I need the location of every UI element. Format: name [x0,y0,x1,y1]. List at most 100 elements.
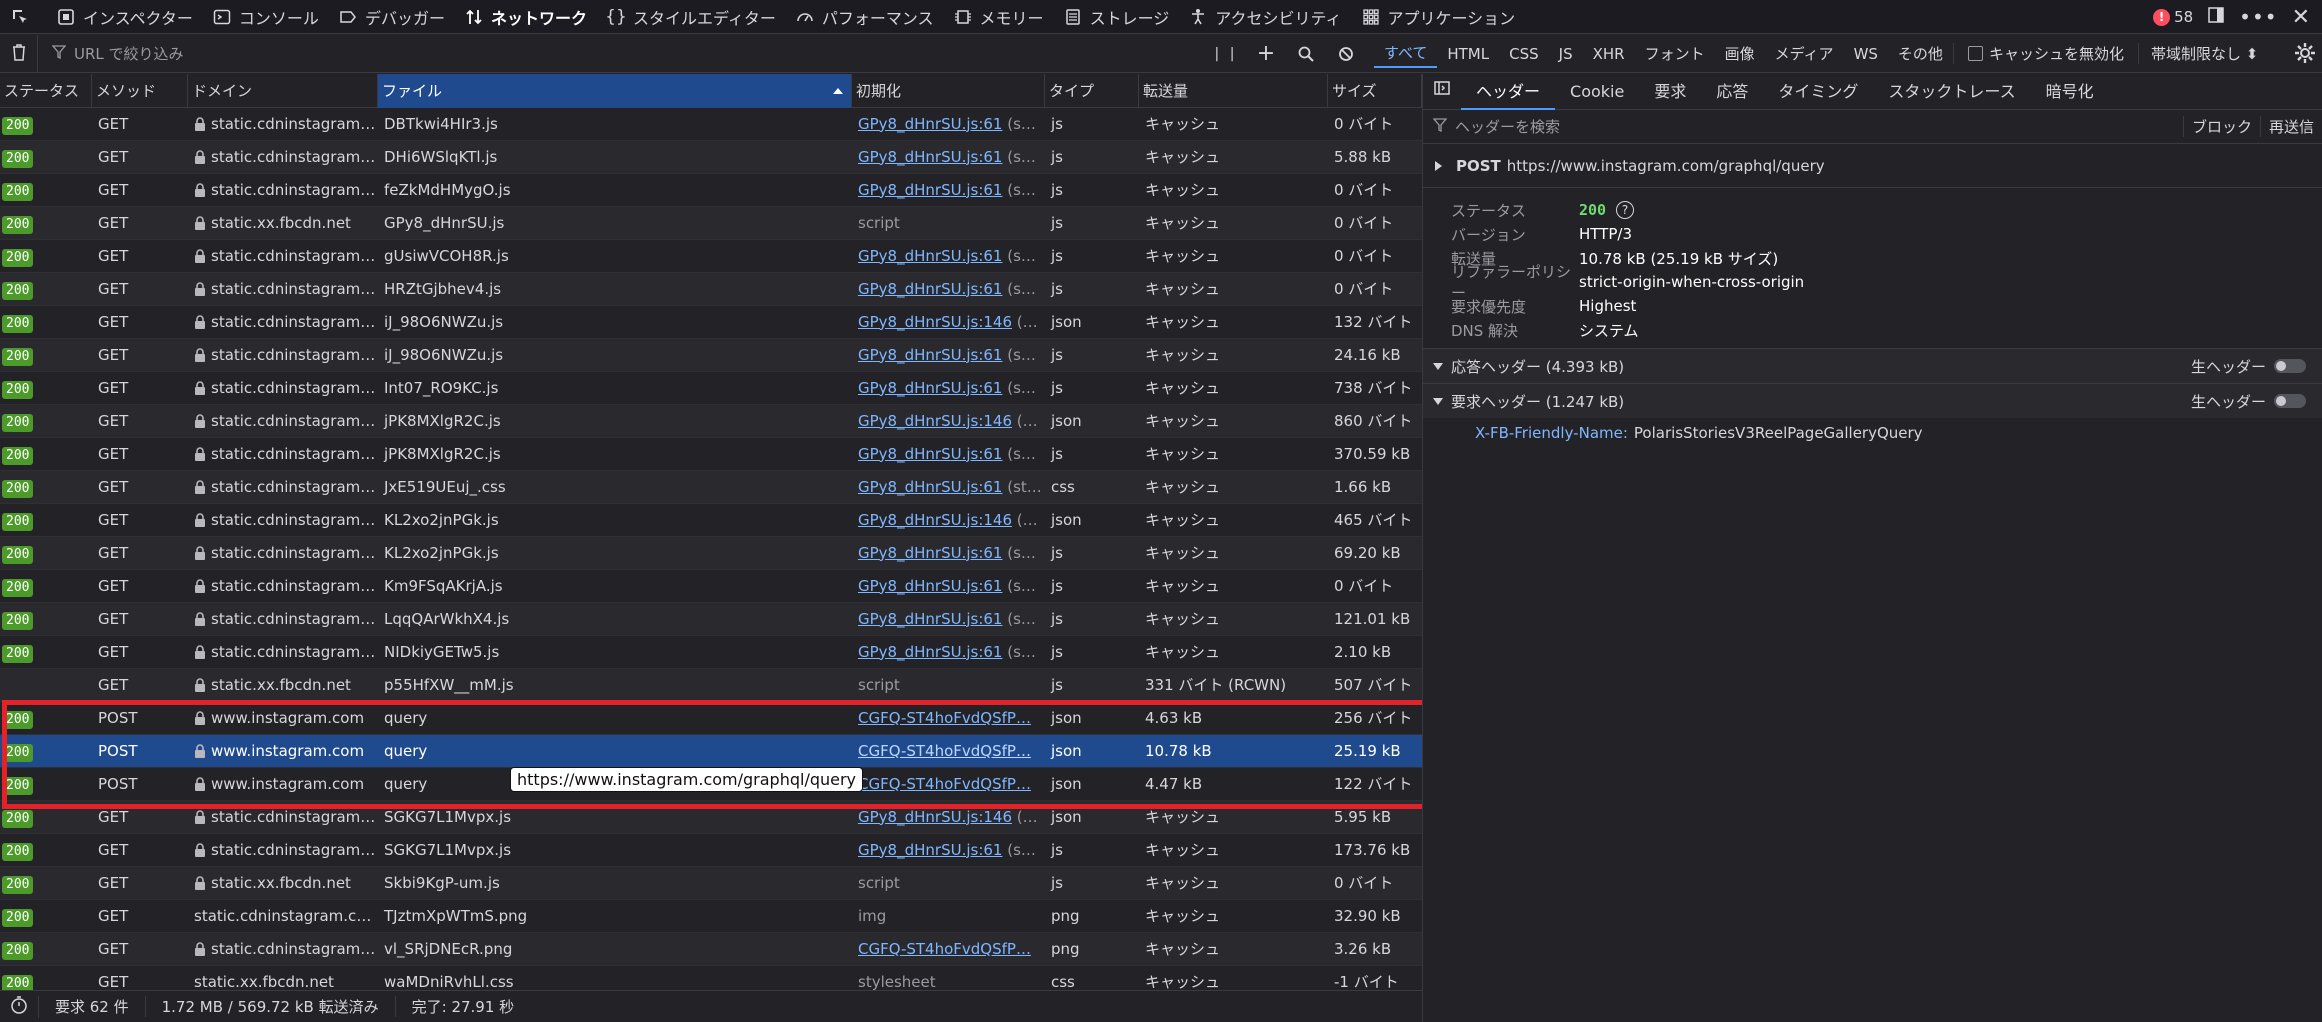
tool-tab-inspector[interactable]: インスペクター [46,0,202,34]
initiator-link[interactable]: GPy8_dHnrSU.js:61 [858,577,1002,595]
close-icon[interactable]: ✕ [2292,5,2310,30]
tool-tab-accessibility[interactable]: アクセシビリティ [1178,0,1350,34]
details-tab-5[interactable]: スタックトレース [1873,74,2030,110]
table-row[interactable]: 200 GET static.cdninstagram.com SGKG7L1Mvpx… [0,834,1422,867]
resend-button[interactable]: 再送信 [2259,116,2322,137]
error-count-badge[interactable]: ! 58 [2153,8,2193,26]
tool-tab-storage[interactable]: ストレージ [1053,0,1179,34]
details-tab-0[interactable]: ヘッダー [1461,74,1556,110]
initiator-link[interactable]: GPy8_dHnrSU.js:61 [858,148,1002,166]
initiator-link[interactable]: CGFQ-ST4hoFvdQSfP… [858,940,1031,958]
tool-tab-memory[interactable]: メモリー [943,0,1053,34]
filter-type-9[interactable]: その他 [1888,40,1953,67]
column-header[interactable]: 初期化 [852,74,1045,108]
add-icon[interactable]: + [1248,41,1284,66]
raw-headers-toggle[interactable] [2274,359,2306,373]
column-header[interactable]: 転送量 [1139,74,1328,108]
table-row[interactable]: 200 GET static.cdninstagram.com gUsiwVCOH8R… [0,240,1422,273]
header-entry[interactable]: X-FB-Friendly-Name: PolarisStoriesV3ReelP… [1423,418,2322,442]
initiator-link[interactable]: CGFQ-ST4hoFvdQSfP… [858,775,1031,793]
throttling-select[interactable]: 帯域制限なし ⬍ [2137,43,2270,64]
pause-icon[interactable]: | | [1208,46,1244,62]
table-row[interactable]: 200 POST www.instagram.com query CGFQ-ST4hoF… [0,735,1422,768]
raw-headers-toggle[interactable] [2274,394,2306,408]
initiator-link[interactable]: GPy8_dHnrSU.js:61 [858,643,1002,661]
filter-type-3[interactable]: JS [1549,42,1583,66]
initiator-link[interactable]: GPy8_dHnrSU.js:61 [858,346,1002,364]
initiator-link[interactable]: CGFQ-ST4hoFvdQSfP… [858,709,1031,727]
timer-icon[interactable] [0,995,39,1018]
filter-type-0[interactable]: すべて [1374,39,1438,68]
initiator-link[interactable]: GPy8_dHnrSU.js:61 [858,379,1002,397]
table-row[interactable]: 200 GET static.cdninstagram.com JxE519UEuj_… [0,471,1422,504]
initiator-link[interactable]: GPy8_dHnrSU.js:61 [858,247,1002,265]
table-row[interactable]: 200 GET static.cdninstagram.com Km9FSqAKrjA… [0,570,1422,603]
table-row[interactable]: 200 GET static.cdninstagram.com feZkMdHMygO… [0,174,1422,207]
initiator-link[interactable]: CGFQ-ST4hoFvdQSfP… [858,742,1031,760]
table-row[interactable]: 200 GET static.cdninstagram.com SGKG7L1Mvpx… [0,801,1422,834]
dock-icon[interactable] [2207,6,2225,28]
table-row[interactable]: 200 GET static.cdninstagram.com TJztmXpWTmS… [0,900,1422,933]
initiator-link[interactable]: GPy8_dHnrSU.js:146 [858,412,1012,430]
tool-tab-application[interactable]: アプリケーション [1351,0,1525,34]
filter-type-5[interactable]: フォント [1635,40,1715,67]
table-row[interactable]: 200 GET static.cdninstagram.com Int07_RO9KC… [0,372,1422,405]
request-headers-section[interactable]: 要求ヘッダー (1.247 kB) 生ヘッダー [1423,383,2322,418]
initiator-link[interactable]: GPy8_dHnrSU.js:146 [858,808,1012,826]
tool-tab-network[interactable]: ネットワーク [454,0,596,34]
initiator-link[interactable]: GPy8_dHnrSU.js:61 [858,445,1002,463]
filter-type-2[interactable]: CSS [1499,42,1549,66]
column-header[interactable]: ステータス [0,74,92,108]
table-row[interactable]: 200 GET static.xx.fbcdn.net GPy8_dHnrSU.js s… [0,207,1422,240]
request-summary[interactable]: POST https://www.instagram.com/graphql/qu… [1423,144,2322,188]
tool-tab-console[interactable]: コンソール [202,0,328,34]
initiator-link[interactable]: GPy8_dHnrSU.js:61 [858,610,1002,628]
table-row[interactable]: 200 GET static.cdninstagram.com HRZtGjbhev4… [0,273,1422,306]
filter-type-4[interactable]: XHR [1583,42,1635,66]
initiator-link[interactable]: GPy8_dHnrSU.js:61 [858,478,1002,496]
initiator-link[interactable]: GPy8_dHnrSU.js:61 [858,280,1002,298]
tool-tab-performance[interactable]: パフォーマンス [785,0,943,34]
details-tab-1[interactable]: Cookie [1555,74,1639,110]
details-tab-3[interactable]: 応答 [1701,74,1763,110]
block-icon[interactable] [1328,46,1364,62]
table-row[interactable]: 200 POST www.instagram.com query CGFQ-ST4hoF… [0,702,1422,735]
table-row[interactable]: 200 GET static.cdninstagram.com DHi6WSlqKTl… [0,141,1422,174]
table-row[interactable]: 200 GET static.cdninstagram.com vl_SRjDNEcR… [0,933,1422,966]
column-header[interactable]: ドメイン [188,74,378,108]
tool-tab-debugger[interactable]: デバッガー [328,0,454,34]
filter-type-8[interactable]: WS [1844,42,1888,66]
table-row[interactable]: 200 GET static.cdninstagram.com iJ_98O6NWZu… [0,306,1422,339]
initiator-link[interactable]: GPy8_dHnrSU.js:61 [858,544,1002,562]
table-row[interactable]: GET static.xx.fbcdn.net p55HfXW__mM.js scri… [0,669,1422,702]
column-header[interactable]: ファイル [378,74,852,108]
block-button[interactable]: ブロック [2182,116,2260,137]
table-row[interactable]: 200 GET static.cdninstagram.com NIDkiyGETw5… [0,636,1422,669]
table-row[interactable]: 200 GET static.xx.fbcdn.net waMDniRvhLl.css… [0,966,1422,990]
table-row[interactable]: 200 GET static.cdninstagram.com KL2xo2jnPGk… [0,537,1422,570]
initiator-link[interactable]: GPy8_dHnrSU.js:146 [858,313,1012,331]
table-row[interactable]: 200 GET static.cdninstagram.com LqqQArWkhX4… [0,603,1422,636]
table-row[interactable]: 200 GET static.cdninstagram.com jPK8MXlgR2C… [0,438,1422,471]
clear-button[interactable] [0,34,38,73]
pick-element-button[interactable] [0,0,46,34]
help-icon[interactable]: ? [1616,201,1635,219]
filter-type-6[interactable]: 画像 [1715,40,1765,67]
column-header[interactable]: タイプ [1045,74,1139,108]
gear-icon[interactable] [2294,42,2316,68]
header-search[interactable]: ヘッダーを検索 ブロック 再送信 [1423,110,2322,144]
initiator-link[interactable]: GPy8_dHnrSU.js:61 [858,115,1002,133]
column-header[interactable]: メソッド [92,74,188,108]
details-tab-6[interactable]: 暗号化 [2031,74,2109,110]
initiator-link[interactable]: GPy8_dHnrSU.js:146 [858,511,1012,529]
response-headers-section[interactable]: 応答ヘッダー (4.393 kB) 生ヘッダー [1423,348,2322,383]
table-row[interactable]: 200 GET static.xx.fbcdn.net Skbi9KgP-um.js s… [0,867,1422,900]
details-tab-2[interactable]: 要求 [1639,74,1701,110]
initiator-link[interactable]: GPy8_dHnrSU.js:61 [858,841,1002,859]
table-row[interactable]: 200 GET static.cdninstagram.com DBTkwi4HIr3… [0,108,1422,141]
initiator-link[interactable]: GPy8_dHnrSU.js:61 [858,181,1002,199]
url-filter-input[interactable]: URL で絞り込み [38,43,1208,64]
toggle-sidebar-icon[interactable] [1423,74,1461,110]
filter-type-1[interactable]: HTML [1437,42,1499,66]
disable-cache-checkbox[interactable]: キャッシュを無効化 [1952,43,2138,64]
